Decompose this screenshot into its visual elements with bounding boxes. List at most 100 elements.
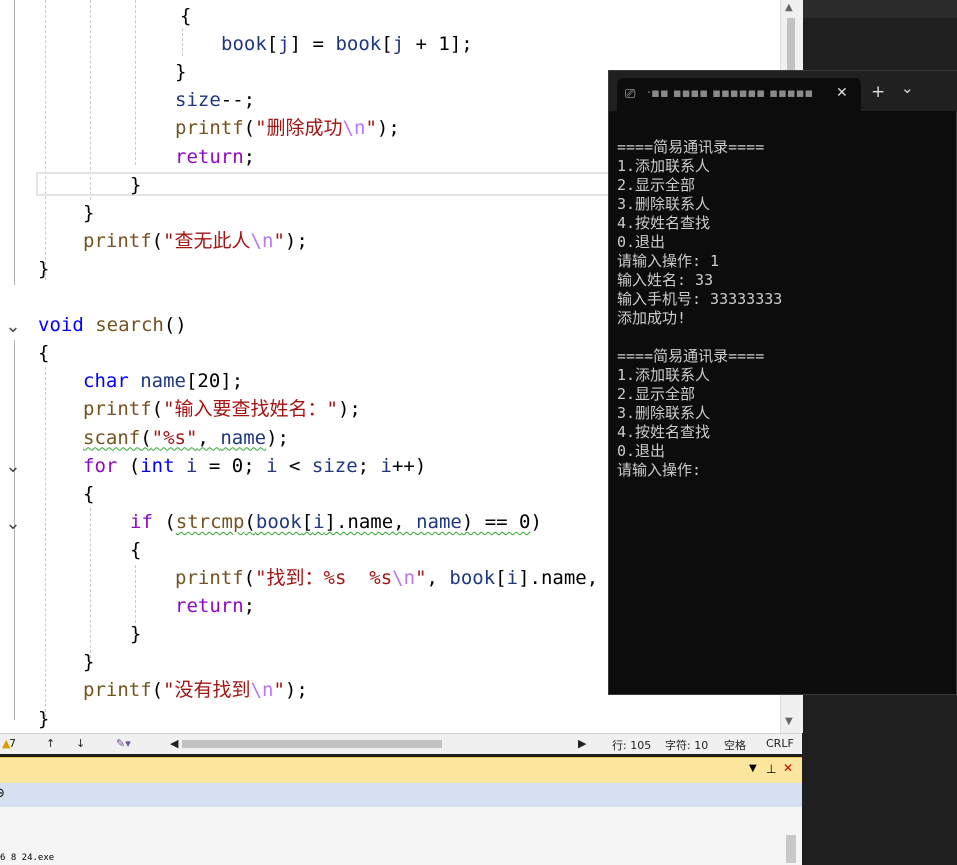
code-line[interactable]: { bbox=[83, 480, 94, 508]
code-token: "删除成功 bbox=[255, 117, 343, 140]
code-token: " bbox=[273, 229, 285, 252]
code-token: } bbox=[38, 257, 50, 280]
terminal-line: 请输入操作: bbox=[617, 461, 702, 479]
code-token: return bbox=[175, 595, 244, 618]
code-token: "找到：%s %s bbox=[255, 567, 393, 589]
output-text: 6 8 24.exe bbox=[0, 853, 55, 863]
cursor-line[interactable]: 行: 105 bbox=[612, 737, 651, 753]
code-line[interactable]: } bbox=[130, 620, 141, 648]
scroll-up-icon[interactable]: ▲ bbox=[785, 2, 793, 13]
code-token: size bbox=[311, 454, 358, 477]
indent-mode[interactable]: 空格 bbox=[724, 737, 746, 753]
terminal-line: 输入手机号: 33333333 bbox=[617, 290, 783, 308]
code-token: " bbox=[415, 567, 427, 589]
new-tab-icon[interactable]: + bbox=[871, 82, 885, 102]
code-line[interactable]: if (strcmp(book[i].name, name) == 0) bbox=[130, 508, 542, 536]
code-token: { bbox=[180, 5, 192, 27]
fold-line bbox=[14, 0, 15, 285]
code-line[interactable]: char name[20]; bbox=[83, 367, 243, 395]
code-line[interactable]: return; bbox=[175, 143, 255, 171]
horizontal-scrollbar[interactable] bbox=[180, 740, 580, 748]
scroll-down-icon[interactable]: ▼ bbox=[785, 716, 793, 727]
fold-toggle-icon[interactable]: ⌄ bbox=[4, 453, 22, 481]
code-token: if bbox=[130, 510, 153, 533]
cursor-column[interactable]: 字符: 10 bbox=[665, 737, 708, 753]
line-ending[interactable]: CRLF bbox=[766, 737, 794, 750]
terminal-window[interactable]: ⎚ ·▪▪ ▪▪▪▪ ▪▪▪▪▪▪ ▪▪▪▪▪ ✕ + ⌄ ====简易通讯录=… bbox=[608, 70, 957, 695]
indent-guide bbox=[45, 367, 46, 717]
output-source-icon[interactable]: ⊖ bbox=[0, 786, 5, 801]
code-token: [20]; bbox=[185, 370, 244, 393]
code-token: + 1]; bbox=[404, 33, 473, 56]
fold-toggle-icon[interactable]: ⌄ bbox=[4, 510, 22, 538]
code-token: search bbox=[95, 314, 164, 337]
code-line[interactable]: } bbox=[38, 255, 49, 283]
code-line[interactable]: printf("查无此人\n"); bbox=[83, 227, 308, 255]
code-token: ) == 0 bbox=[461, 510, 531, 533]
code-line[interactable]: book[j] = book[j + 1]; bbox=[221, 30, 473, 58]
code-line[interactable]: scanf("%s", name); bbox=[83, 424, 289, 452]
code-token: j bbox=[392, 33, 405, 56]
terminal-line: 1.添加联系人 bbox=[617, 366, 711, 384]
code-token: < bbox=[277, 454, 312, 477]
output-scrollbar[interactable] bbox=[786, 835, 796, 863]
code-token: name bbox=[140, 370, 186, 393]
code-line[interactable]: } bbox=[38, 705, 49, 733]
code-token: ].name, bbox=[324, 510, 417, 533]
terminal-line: 0.退出 bbox=[617, 442, 666, 460]
code-line[interactable]: } bbox=[175, 58, 186, 86]
code-token: char bbox=[83, 370, 129, 393]
pin-icon[interactable]: ⊥ bbox=[766, 762, 776, 776]
editor-gutter: ⌄ ⌄ ⌄ bbox=[0, 0, 30, 733]
code-line[interactable]: void search() bbox=[38, 311, 187, 339]
close-tab-icon[interactable]: ✕ bbox=[836, 85, 848, 101]
code-line[interactable]: } bbox=[83, 648, 94, 676]
code-line[interactable]: } bbox=[83, 199, 94, 227]
code-token: ; bbox=[357, 454, 381, 477]
arrow-down-icon[interactable]: ↓ bbox=[76, 737, 85, 750]
brush-icon[interactable]: ✎▾ bbox=[116, 737, 131, 750]
code-token: { bbox=[83, 482, 95, 505]
close-panel-icon[interactable]: ✕ bbox=[783, 761, 793, 775]
zoom-level[interactable]: 7 bbox=[9, 737, 16, 750]
code-token: ) bbox=[530, 510, 542, 533]
code-token: { bbox=[38, 342, 50, 365]
terminal-tab[interactable]: ⎚ ·▪▪ ▪▪▪▪ ▪▪▪▪▪▪ ▪▪▪▪▪ ✕ bbox=[617, 78, 861, 111]
panel-dropdown-icon[interactable]: ▼ bbox=[749, 763, 757, 774]
code-token: = 0; bbox=[197, 454, 267, 477]
code-line[interactable]: { bbox=[130, 536, 141, 564]
terminal-tabbar: ⎚ ·▪▪ ▪▪▪▪ ▪▪▪▪▪▪ ▪▪▪▪▪ ✕ + ⌄ bbox=[609, 71, 957, 111]
fold-toggle-icon[interactable]: ⌄ bbox=[4, 313, 22, 341]
code-token: size bbox=[175, 89, 221, 112]
terminal-line: ====简易通讯录==== bbox=[617, 347, 765, 365]
code-token: book bbox=[335, 33, 382, 56]
code-token: [ bbox=[266, 33, 279, 56]
code-token: name bbox=[220, 426, 267, 449]
code-token: printf bbox=[175, 567, 244, 589]
code-token: void bbox=[38, 314, 84, 337]
horizontal-scrollbar-thumb[interactable] bbox=[182, 740, 442, 748]
tab-dropdown-icon[interactable]: ⌄ bbox=[901, 79, 914, 97]
code-token: printf bbox=[175, 117, 244, 140]
code-token: \n bbox=[342, 117, 366, 140]
scroll-left-icon[interactable]: ◀ bbox=[170, 737, 178, 750]
code-line[interactable]: printf("没有找到\n"); bbox=[83, 676, 308, 704]
code-line[interactable]: printf("输入要查找姓名："); bbox=[83, 395, 361, 423]
code-token: ( bbox=[151, 398, 164, 421]
code-line[interactable]: } bbox=[130, 171, 141, 199]
code-token: ( bbox=[151, 679, 164, 702]
code-token: ); bbox=[266, 426, 289, 449]
terminal-line: 2.显示全部 bbox=[617, 176, 696, 194]
terminal-line: 0.退出 bbox=[617, 233, 666, 251]
code-line[interactable]: printf("删除成功\n"); bbox=[175, 114, 400, 142]
code-token: [ bbox=[301, 510, 314, 533]
arrow-up-icon[interactable]: ↑ bbox=[46, 737, 55, 750]
code-line[interactable]: for (int i = 0; i < size; i++) bbox=[83, 452, 426, 480]
code-line[interactable]: size--; bbox=[175, 86, 255, 114]
code-line[interactable]: printf("找到：%s %s\n", book[i].name, bbox=[175, 564, 598, 592]
current-line-highlight bbox=[36, 172, 636, 196]
code-line[interactable]: return; bbox=[175, 592, 255, 620]
scroll-right-icon[interactable]: ▶ bbox=[578, 737, 586, 750]
code-line[interactable]: { bbox=[38, 339, 49, 367]
code-line[interactable]: { bbox=[180, 2, 191, 30]
